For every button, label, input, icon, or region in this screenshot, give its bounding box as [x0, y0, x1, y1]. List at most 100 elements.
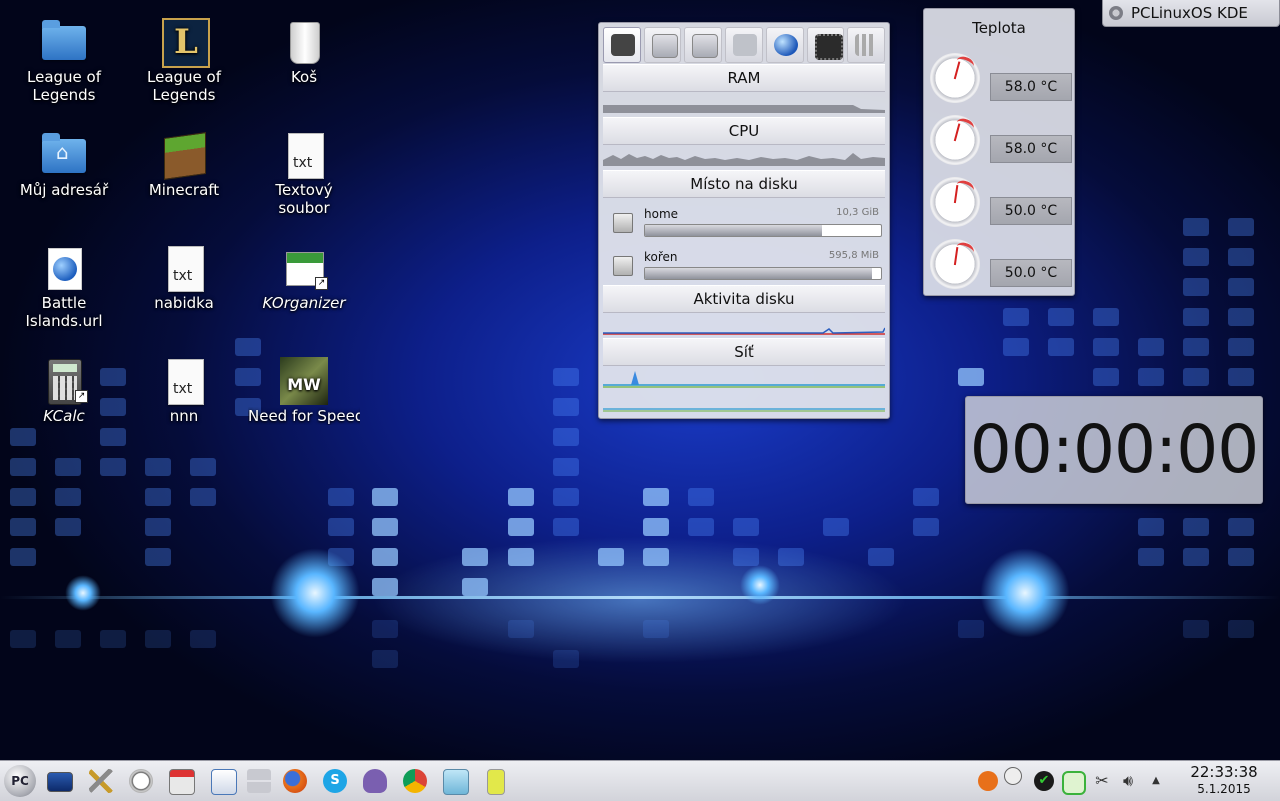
application-launcher-button[interactable]: PC: [4, 765, 36, 797]
scissors-icon[interactable]: ✂: [1092, 771, 1112, 791]
temperature-value: 50.0 °C: [990, 259, 1072, 287]
network-header: Síť: [603, 338, 885, 366]
desktop-icon-label: KOrganizer: [262, 294, 346, 312]
digital-clock[interactable]: 22:33:38 5.1.2015: [1176, 763, 1272, 799]
desktop-icon-league-of-legends[interactable]: L League of Legends: [128, 18, 240, 104]
need-for-speed-icon: MW: [280, 357, 328, 405]
disk-home[interactable]: home 10,3 GiB: [603, 205, 885, 241]
desktop-icon-home-folder[interactable]: Můj adresář: [8, 131, 120, 199]
desktop-icon-label: League of Legends: [27, 68, 101, 104]
desktop-icon-label: Need for Speed™ Mos: [248, 407, 360, 425]
desktop-icon-battle-islands[interactable]: Battle Islands.url: [8, 244, 120, 330]
desktop-icon-korganizer[interactable]: ↗ KOrganizer: [248, 244, 360, 312]
desktop-icon-minecraft[interactable]: Minecraft: [128, 131, 240, 199]
skype-icon: S: [323, 769, 347, 793]
desktop-icon-nabidka[interactable]: txt nabidka: [128, 244, 240, 312]
cpu-chip-icon: [814, 34, 843, 60]
pidgin-icon: [363, 769, 387, 793]
tray-expand-icon[interactable]: ▲: [1146, 771, 1166, 791]
wallpaper-glow: [740, 565, 780, 605]
notes-button[interactable]: [480, 767, 510, 795]
desktop-icon-label: nnn: [169, 407, 199, 425]
checkmark-icon[interactable]: ✔: [1034, 771, 1054, 791]
tab-disk-1[interactable]: [643, 27, 682, 63]
wallpaper-glow: [270, 548, 360, 638]
cpu-graph: [603, 153, 885, 166]
disk-space-header: Místo na disku: [603, 170, 885, 198]
system-settings-button[interactable]: [86, 767, 116, 795]
gauge-icon: [129, 769, 153, 793]
tab-hardware[interactable]: [725, 27, 763, 63]
signal-bars-icon: [855, 34, 880, 56]
temperature-title: Teplota: [972, 19, 1026, 37]
tab-signal[interactable]: [847, 27, 886, 63]
package-icon: [169, 769, 195, 795]
tab-disk-2[interactable]: [684, 27, 723, 63]
disk-size: 595,8 MiB: [828, 250, 879, 261]
notes-icon: [487, 769, 505, 795]
system-monitor-widget[interactable]: RAM CPU Místo na disku home 10,3 GiB koř…: [598, 22, 890, 419]
desktop-icon-label: League of Legends: [147, 68, 221, 104]
chat-bubble-icon[interactable]: [1062, 771, 1086, 795]
desktop-icon-label: nabidka: [154, 294, 214, 312]
league-of-legends-icon: L: [162, 18, 210, 68]
wallpaper-glow: [980, 548, 1070, 638]
chrome-button[interactable]: [400, 767, 430, 795]
volume-icon[interactable]: 🔊︎: [1118, 771, 1138, 791]
drive-icon: [613, 213, 633, 233]
disk-usage-bar: [644, 224, 882, 237]
desktop-icon-label: KCalc: [43, 407, 85, 425]
disk-root[interactable]: kořen 595,8 MiB: [603, 248, 885, 284]
minecraft-grass-block-icon: [164, 132, 206, 180]
tab-network[interactable]: [765, 27, 804, 63]
temperature-value: 58.0 °C: [990, 135, 1072, 163]
virtual-desktops-icon: [247, 769, 271, 793]
pager-button[interactable]: [244, 767, 274, 795]
desktop-icon-text-file[interactable]: txt Textový soubor: [248, 131, 360, 217]
disk-icon: [692, 34, 719, 58]
screenshot-icon: [443, 769, 469, 795]
hardware-icon: [733, 34, 758, 56]
trash-icon: [290, 22, 320, 64]
wallpaper-horizon: [0, 596, 1280, 599]
taskbar: PC S ✔ ✂ 🔊︎ ▲ 22:33:38 5.1.2015: [0, 760, 1280, 801]
update-notifier-icon[interactable]: [978, 771, 998, 791]
control-center-button[interactable]: [126, 767, 156, 795]
text-file-icon: txt: [168, 246, 204, 292]
text-file-icon: txt: [288, 133, 324, 179]
disk-usage-bar: [644, 267, 882, 280]
firefox-icon: [283, 769, 307, 793]
desktop-icon-label: Můj adresář: [19, 181, 109, 199]
file-manager-icon: [211, 769, 237, 795]
clock-alarm-icon[interactable]: [1004, 767, 1022, 785]
show-desktop-button[interactable]: [44, 767, 74, 795]
tab-hdd[interactable]: [603, 27, 641, 63]
desktop-icon-league-of-legends-folder[interactable]: League of Legends: [8, 18, 120, 104]
desktop-icon-need-for-speed[interactable]: MW Need for Speed™ Mos: [248, 357, 360, 425]
package-manager-button[interactable]: [166, 767, 196, 795]
temperature-gauge: [930, 115, 982, 165]
file-manager-button[interactable]: [208, 767, 238, 795]
stopwatch-widget[interactable]: 00:00:00: [965, 396, 1263, 504]
temperature-value: 58.0 °C: [990, 73, 1072, 101]
disk-name: home: [644, 207, 679, 221]
activity-switcher[interactable]: PCLinuxOS KDE: [1102, 0, 1280, 27]
tab-cpu[interactable]: [806, 27, 845, 63]
desktop-icon-trash[interactable]: Koš: [248, 18, 360, 86]
home-folder-icon: [42, 133, 86, 173]
desktop-icon-nnn[interactable]: txt nnn: [128, 357, 240, 425]
ram-header: RAM: [603, 64, 885, 92]
screenshot-button[interactable]: [440, 767, 470, 795]
desktop-icon-label: Minecraft: [148, 181, 220, 199]
clock-date: 5.1.2015: [1197, 782, 1251, 796]
desktop-icon-kcalc[interactable]: ↗ KCalc: [8, 357, 120, 425]
activity-icon: [1109, 6, 1123, 20]
skype-button[interactable]: S: [320, 767, 350, 795]
firefox-button[interactable]: [280, 767, 310, 795]
activity-label: PCLinuxOS KDE: [1131, 4, 1248, 22]
web-link-icon: [48, 248, 82, 290]
temperature-widget[interactable]: Teplota 58.0 °C 58.0 °C 50.0 °C 50.0 °C: [923, 8, 1075, 296]
disk-usage-fill: [645, 225, 822, 236]
pidgin-button[interactable]: [360, 767, 390, 795]
disk-activity-graph: [603, 327, 885, 335]
